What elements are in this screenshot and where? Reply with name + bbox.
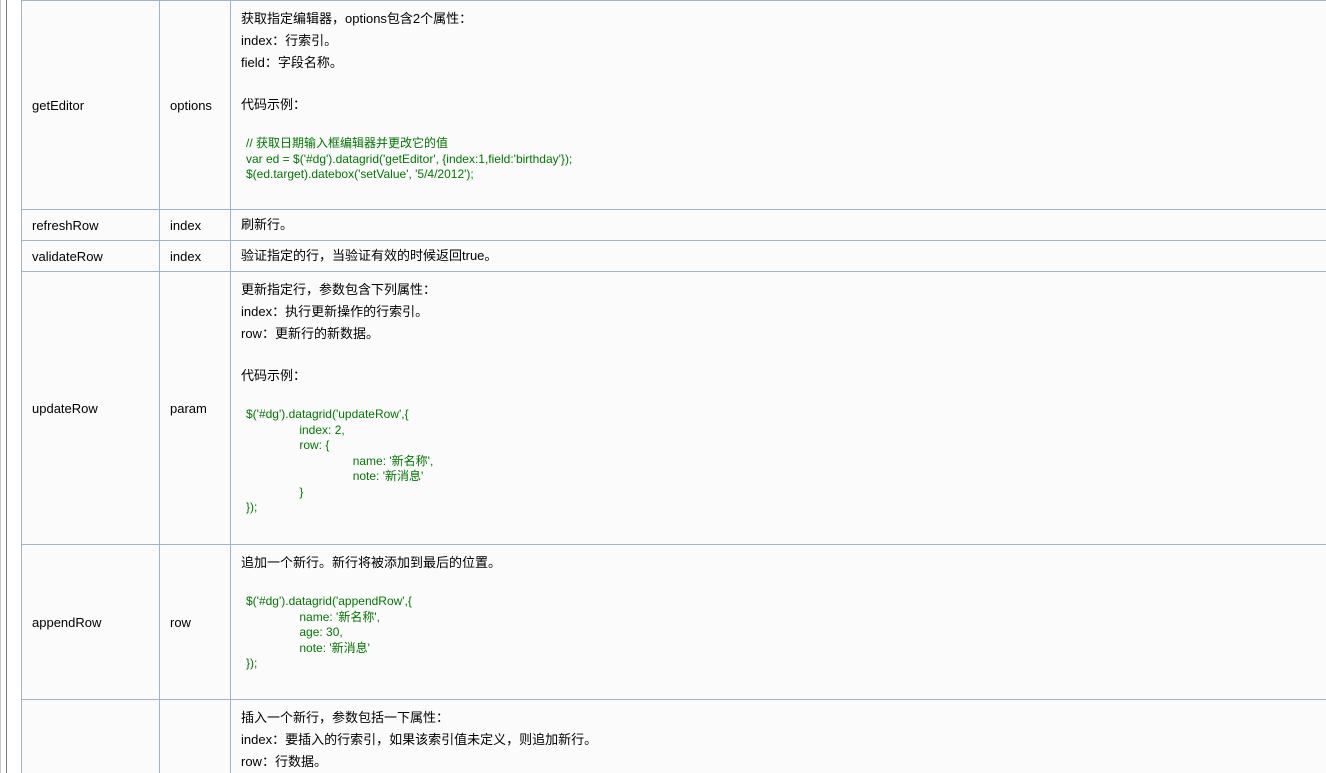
documentation-page: getEditor options 获取指定编辑器，options包含2个属性：… bbox=[0, 0, 1326, 773]
description-line: field：字段名称。 bbox=[241, 55, 343, 70]
method-name: appendRow bbox=[21, 544, 160, 700]
description-line: 插入一个新行，参数包括一下属性： bbox=[241, 710, 450, 725]
description-line: row：行数据。 bbox=[241, 754, 327, 769]
table-row: refreshRow index 刷新行。 bbox=[21, 209, 1326, 241]
description-line: index：要插入的行索引，如果该索引值未定义，则追加新行。 bbox=[241, 732, 598, 747]
description-line: 更新指定行，参数包含下列属性： bbox=[241, 282, 437, 297]
method-param: row bbox=[159, 544, 231, 700]
description-line: index：行索引。 bbox=[241, 33, 338, 48]
description-line: index：执行更新操作的行索引。 bbox=[241, 304, 429, 319]
left-border-line-dark bbox=[6, 0, 7, 773]
method-name: refreshRow bbox=[21, 209, 160, 241]
method-param: param bbox=[159, 271, 231, 545]
description-line: row：更新行的新数据。 bbox=[241, 326, 379, 341]
method-description: 追加一个新行。新行将被添加到最后的位置。 $('#dg').datagrid('… bbox=[230, 544, 1326, 700]
description-line: 追加一个新行。新行将被添加到最后的位置。 bbox=[241, 555, 502, 570]
description-line: 验证指定的行，当验证有效的时候返回true。 bbox=[241, 248, 498, 263]
method-param bbox=[159, 699, 231, 773]
table-row: getEditor options 获取指定编辑器，options包含2个属性：… bbox=[21, 0, 1326, 210]
left-border-line bbox=[0, 0, 1, 773]
description-line: 代码示例： bbox=[241, 368, 307, 383]
code-example: $('#dg').datagrid('appendRow',{ name: '新… bbox=[246, 594, 412, 670]
method-name: validateRow bbox=[21, 240, 160, 272]
method-name: getEditor bbox=[21, 0, 160, 210]
method-description: 刷新行。 bbox=[230, 209, 1326, 241]
method-description: 插入一个新行，参数包括一下属性： index：要插入的行索引，如果该索引值未定义… bbox=[230, 699, 1326, 773]
method-description: 更新指定行，参数包含下列属性： index：执行更新操作的行索引。 row：更新… bbox=[230, 271, 1326, 545]
description-line: 刷新行。 bbox=[241, 217, 294, 232]
method-description: 验证指定的行，当验证有效的时候返回true。 bbox=[230, 240, 1326, 272]
method-description: 获取指定编辑器，options包含2个属性： index：行索引。 field：… bbox=[230, 0, 1326, 210]
table-row: validateRow index 验证指定的行，当验证有效的时候返回true。 bbox=[21, 240, 1326, 272]
method-name bbox=[21, 699, 160, 773]
method-param: options bbox=[159, 0, 231, 210]
description-line: 代码示例： bbox=[241, 97, 307, 112]
table-row: appendRow row 追加一个新行。新行将被添加到最后的位置。 $('#d… bbox=[21, 544, 1326, 700]
table-row: updateRow param 更新指定行，参数包含下列属性： index：执行… bbox=[21, 271, 1326, 545]
method-param: index bbox=[159, 209, 231, 241]
description-line: 获取指定编辑器，options包含2个属性： bbox=[241, 11, 473, 26]
code-example: // 获取日期输入框编辑器并更改它的值 var ed = $('#dg').da… bbox=[246, 136, 573, 181]
code-example: $('#dg').datagrid('updateRow',{ index: 2… bbox=[246, 407, 434, 514]
table-row: 插入一个新行，参数包括一下属性： index：要插入的行索引，如果该索引值未定义… bbox=[21, 699, 1326, 773]
method-name: updateRow bbox=[21, 271, 160, 545]
method-param: index bbox=[159, 240, 231, 272]
methods-table: getEditor options 获取指定编辑器，options包含2个属性：… bbox=[21, 0, 1326, 773]
